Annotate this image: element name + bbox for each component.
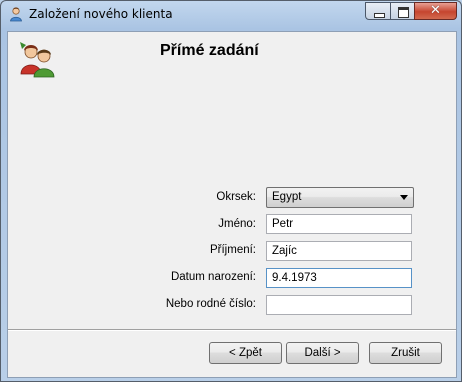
user-icon (10, 7, 22, 22)
separator (8, 329, 456, 331)
prijmeni-field[interactable]: Zajíc (266, 241, 412, 261)
datum-field[interactable]: 9.4.1973 (266, 268, 412, 288)
close-button[interactable]: ✕ (414, 2, 457, 20)
datum-label: Datum narození: (170, 271, 256, 283)
close-icon: ✕ (430, 3, 441, 18)
minimize-icon (374, 13, 385, 18)
prijmeni-label: Příjmení: (209, 244, 256, 256)
chevron-down-icon (400, 195, 408, 200)
title-bar[interactable]: Založení nového klienta ✕ (1, 1, 461, 27)
okrsek-label: Okrsek: (216, 191, 256, 203)
rodne-cislo-label: Nebo rodné číslo: (165, 298, 256, 310)
next-button[interactable]: Další > (286, 342, 359, 364)
okrsek-select[interactable]: Egypt (266, 187, 414, 208)
cancel-button[interactable]: Zrušit (369, 342, 442, 364)
jmeno-label: Jméno: (218, 218, 256, 230)
okrsek-value: Egypt (272, 191, 302, 203)
window-title: Založení nového klienta (29, 7, 173, 21)
minimize-button[interactable] (365, 2, 391, 20)
rodne-cislo-field[interactable] (266, 295, 412, 315)
page-heading: Přímé zadání (160, 42, 259, 59)
maximize-button[interactable] (390, 2, 415, 20)
clients-icon (20, 42, 55, 78)
dialog-window: Založení nového klienta ✕ Přímé zadání O… (0, 0, 462, 382)
maximize-icon (398, 7, 409, 18)
dialog-client-area: Přímé zadání Okrsek: Egypt Jméno: Petr P… (7, 31, 457, 378)
jmeno-field[interactable]: Petr (266, 214, 412, 234)
back-button[interactable]: < Zpět (209, 342, 282, 364)
